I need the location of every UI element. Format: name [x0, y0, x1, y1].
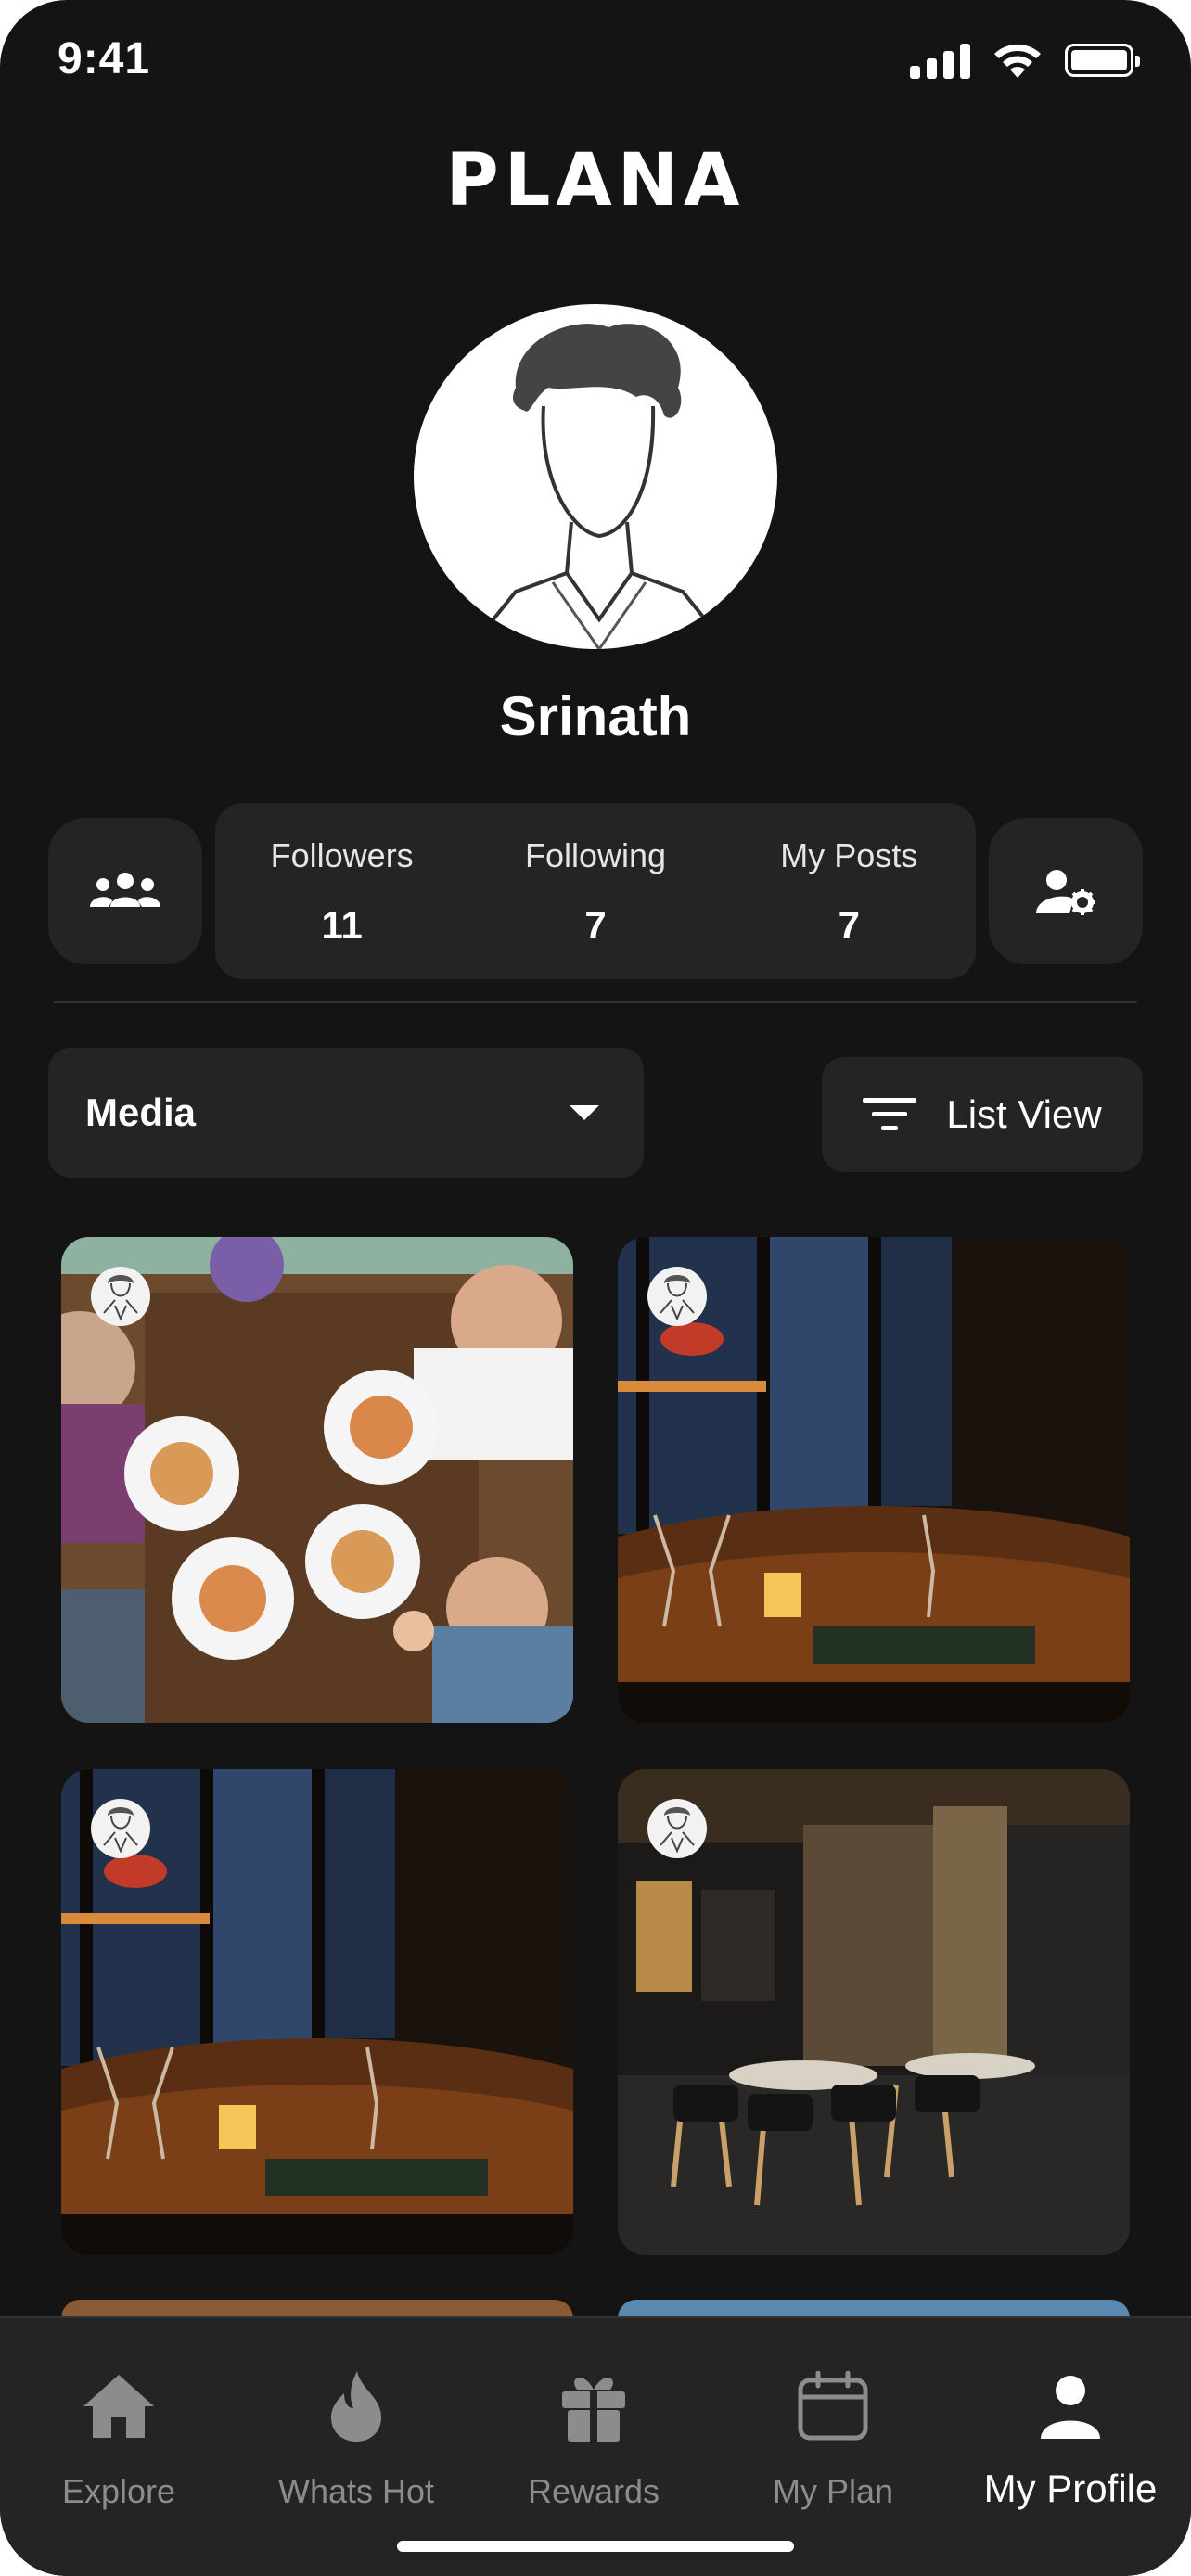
tab-whats-hot[interactable]: Whats Hot: [237, 2365, 475, 2511]
battery-icon: [1065, 44, 1140, 77]
post-author-avatar: [91, 1267, 150, 1326]
stat-value: 7: [584, 903, 607, 947]
post-thumbnail[interactable]: [618, 1769, 1130, 2255]
following-stat[interactable]: Following 7: [468, 803, 722, 979]
stat-value: 11: [321, 903, 363, 947]
friends-button[interactable]: [48, 818, 202, 964]
divider: [54, 1001, 1137, 1003]
media-filter-dropdown[interactable]: Media: [48, 1048, 644, 1178]
tab-explore[interactable]: Explore: [0, 2365, 237, 2511]
filter-lines-icon: [863, 1098, 917, 1130]
stat-label: Following: [524, 836, 667, 874]
status-icons: [910, 41, 1140, 80]
bottom-tab-bar: Explore Whats Hot Rewards My Plan My Pro…: [0, 2316, 1191, 2576]
post-thumbnail[interactable]: [61, 1237, 573, 1723]
profile-name: Srinath: [499, 685, 692, 747]
my-posts-stat[interactable]: My Posts 7: [723, 803, 976, 979]
tab-my-profile[interactable]: My Profile: [952, 2365, 1189, 2511]
post-thumbnail[interactable]: [618, 1237, 1130, 1723]
post-author-avatar: [647, 1799, 707, 1858]
group-icon: [90, 873, 160, 907]
tab-label: Explore: [61, 2472, 176, 2510]
app-logo: PLANA: [445, 139, 746, 223]
stat-label: Followers: [270, 836, 414, 874]
caret-down-icon: [570, 1105, 599, 1120]
list-view-label: List View: [946, 1092, 1102, 1136]
person-icon: [1041, 2376, 1100, 2439]
status-time: 9:41: [58, 34, 151, 83]
tab-label: My Plan: [772, 2472, 894, 2510]
calendar-icon: [798, 2371, 868, 2441]
cellular-signal-icon: [910, 42, 970, 79]
post-thumbnail[interactable]: [61, 1769, 573, 2255]
wifi-icon: [994, 44, 1041, 78]
tab-label: Rewards: [527, 2472, 660, 2510]
dropdown-value: Media: [85, 1090, 197, 1134]
profile-settings-button[interactable]: [989, 818, 1143, 964]
stat-label: My Posts: [780, 836, 918, 874]
avatar-sketch-icon: [467, 324, 731, 649]
flame-icon: [331, 2371, 381, 2442]
list-view-button[interactable]: List View: [822, 1057, 1143, 1172]
tab-label: My Profile: [983, 2467, 1158, 2510]
home-icon: [83, 2375, 154, 2438]
profile-avatar[interactable]: [414, 304, 777, 649]
followers-stat[interactable]: Followers 11: [215, 803, 468, 979]
stat-value: 7: [838, 903, 860, 947]
tab-rewards[interactable]: Rewards: [475, 2365, 712, 2511]
home-indicator[interactable]: [397, 2541, 794, 2552]
user-settings-icon: [1036, 870, 1095, 915]
profile-screen: 9:41 PLANA Srinath Followers 11 Followin…: [0, 0, 1191, 2576]
tab-my-plan[interactable]: My Plan: [714, 2365, 952, 2511]
tab-label: Whats Hot: [277, 2472, 435, 2510]
post-author-avatar: [91, 1799, 150, 1858]
gift-icon: [562, 2378, 625, 2442]
profile-stats: Followers 11 Following 7 My Posts 7: [215, 803, 976, 979]
post-author-avatar: [647, 1267, 707, 1326]
